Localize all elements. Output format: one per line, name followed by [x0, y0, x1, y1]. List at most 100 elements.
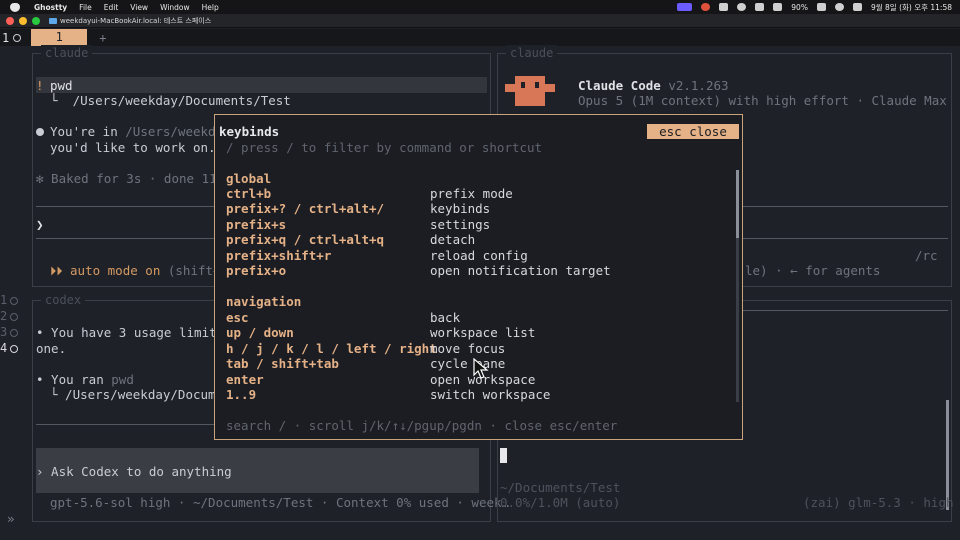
gutter-dot-icon	[10, 297, 19, 305]
zoom-window-icon[interactable]	[32, 16, 40, 25]
pane-scrollbar[interactable]	[946, 400, 949, 510]
keybind-key: esc	[226, 310, 249, 325]
message-line-2: you'd like to work on.	[50, 140, 216, 155]
keybind-action: back	[430, 310, 461, 325]
message-line-1: You're in /Users/weekda	[36, 124, 223, 139]
pane-title: claude	[41, 45, 93, 61]
claude-header: Claude Code v2.1.263	[578, 78, 729, 93]
pane-title: codex	[41, 292, 86, 308]
menu-app-ghostty[interactable]: Ghostty	[34, 3, 67, 12]
cwd-path: ~/Documents/Test	[500, 480, 621, 495]
ran-line: • You ran pwd	[36, 372, 134, 387]
gutter-dot-icon	[10, 345, 19, 353]
bash-command: pwd	[50, 78, 73, 93]
new-tab-button[interactable]: +	[99, 31, 106, 45]
chevron-right-icon[interactable]: »	[7, 511, 15, 526]
filter-hint[interactable]: / press / to filter by command or shortc…	[226, 140, 542, 155]
keybind-action: keybinds	[430, 201, 491, 216]
usage-line-2: one.	[36, 341, 67, 356]
ran-command: pwd	[111, 372, 134, 387]
gutter-dot-icon	[10, 313, 19, 321]
message-path: /Users/weekda	[125, 124, 224, 139]
ran-output: └ /Users/weekday/Docume	[50, 387, 224, 402]
codex-input-placeholder[interactable]: › Ask Codex to do anything	[36, 464, 232, 479]
status-area: 90% 9월 8일 (화) 오후 11:58	[677, 2, 960, 13]
keybind-action: settings	[430, 217, 491, 232]
app-version: v2.1.263	[668, 78, 729, 93]
usage-line-1: • You have 3 usage limit	[36, 325, 217, 340]
keybind-key: prefix+s	[226, 217, 287, 232]
baked-status: ✻ Baked for 3s · done 11:	[36, 171, 225, 186]
ran-text: • You ran	[36, 372, 112, 387]
keybind-key: tab / shift+tab	[226, 356, 339, 371]
keybind-key: up / down	[226, 325, 294, 340]
folder-icon	[49, 17, 57, 24]
mode-label: auto mode on	[70, 263, 161, 278]
mode-hint: (shift+	[160, 263, 221, 278]
gutter-num: 3	[0, 325, 8, 339]
menubar-clock[interactable]: 9월 8일 (화) 오후 11:58	[871, 2, 952, 13]
gutter-dot-icon	[10, 329, 19, 337]
app-name: Claude Code	[578, 78, 661, 93]
menu-view[interactable]: View	[130, 3, 148, 12]
keybind-key: 1..9	[226, 387, 257, 402]
keyboard-a-icon[interactable]	[755, 3, 765, 11]
codex-input-box[interactable]: › Ask Codex to do anything	[36, 448, 479, 493]
modal-scrollbar-thumb[interactable]	[736, 170, 739, 238]
battery-percent: 90%	[791, 2, 808, 12]
wifi-icon[interactable]	[834, 3, 844, 11]
keybind-action: move focus	[430, 341, 506, 356]
keybind-action: prefix mode	[430, 186, 513, 201]
tab-bar: 1 1 +	[0, 29, 960, 46]
menu-window[interactable]: Window	[160, 3, 190, 12]
mode-arrows-icon: ⏵⏵	[50, 263, 71, 278]
mac-menubar: Ghostty File Edit View Window Help 90% 9…	[0, 0, 960, 14]
volume-icon[interactable]	[773, 3, 783, 11]
tab-1[interactable]: 1	[31, 29, 88, 46]
section-global: global	[226, 171, 272, 186]
gutter-item-2[interactable]: 2	[0, 308, 19, 324]
keybind-action: detach	[430, 232, 476, 247]
keybind-action: cycle pane	[430, 356, 506, 371]
menu-edit[interactable]: Edit	[104, 3, 119, 12]
keybind-key: ctrl+b	[226, 186, 272, 201]
rc-indicator: /rc	[915, 248, 938, 263]
input-method-icon[interactable]	[677, 3, 693, 11]
focus-icon[interactable]	[737, 3, 747, 11]
gutter-item-4[interactable]: 4	[0, 340, 19, 356]
codex-status-line: gpt-5.6-sol high · ~/Documents/Test · Co…	[50, 495, 510, 510]
minimize-window-icon[interactable]	[19, 16, 27, 25]
apple-icon[interactable]	[10, 2, 20, 12]
window-titlebar: weekdayui-MacBookAir.local: 테스트 스페이스	[0, 14, 960, 28]
workspace-number: 1	[2, 30, 10, 45]
keybinds-modal: keybinds esc close / press / to filter b…	[214, 114, 743, 440]
keybind-key: prefix+q / ctrl+alt+q	[226, 232, 385, 247]
keybind-action: workspace list	[430, 325, 536, 340]
model-indicator: (zai) glm-5.3 · high	[803, 495, 954, 510]
terminal-cursor	[500, 448, 507, 463]
command-highlight	[36, 77, 487, 93]
close-window-icon[interactable]	[6, 16, 14, 25]
menu-help[interactable]: Help	[202, 3, 219, 12]
keybind-action: switch workspace	[430, 387, 551, 402]
prompt-caret[interactable]: ❯	[36, 217, 44, 232]
keybind-key: prefix+o	[226, 263, 287, 278]
battery-icon[interactable]	[816, 3, 826, 11]
keybind-key: prefix+shift+r	[226, 248, 332, 263]
record-icon[interactable]	[701, 3, 711, 11]
gutter-item-1[interactable]: 1	[0, 292, 19, 308]
bash-marker: !	[36, 78, 44, 93]
modal-title: keybinds	[219, 124, 280, 139]
keybind-key: prefix+? / ctrl+alt+/	[226, 201, 385, 216]
esc-close-button[interactable]: esc close	[647, 124, 739, 139]
gutter-num: 1	[0, 293, 8, 307]
menu-file[interactable]: File	[79, 3, 92, 12]
workspace-status-icon	[13, 33, 22, 42]
gutter-item-3[interactable]: 3	[0, 324, 19, 340]
mouse-pointer-icon	[473, 358, 489, 379]
model-line: Opus 5 (1M context) with high effort · C…	[578, 93, 947, 108]
control-center-icon[interactable]	[852, 3, 862, 11]
extension-icon[interactable]	[719, 3, 729, 11]
section-navigation: navigation	[226, 294, 302, 309]
auto-mode-status[interactable]: ⏵⏵ auto mode on (shift+	[50, 263, 221, 278]
